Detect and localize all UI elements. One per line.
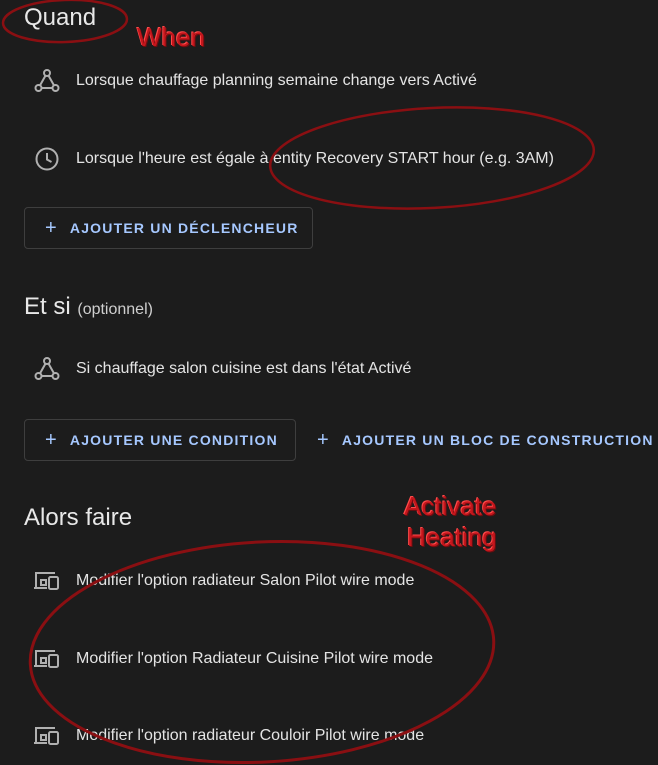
add-trigger-label: AJOUTER UN DÉCLENCHEUR [69,220,299,236]
then-do-section-title: Alors faire [24,504,133,531]
when-annotation-label: When [137,22,205,52]
clock-icon [32,144,62,174]
plus-icon: + [45,429,58,451]
trigger-item[interactable]: Lorsque chauffage planning semaine chang… [32,66,477,96]
add-trigger-button[interactable]: + AJOUTER UN DÉCLENCHEUR [24,207,313,249]
add-condition-button[interactable]: + AJOUTER UNE CONDITION [24,419,296,461]
activate-annotation-label-line1: Activate [404,491,497,521]
add-condition-label: AJOUTER UNE CONDITION [69,432,278,448]
and-if-section-title: Et si (optionnel) [24,293,153,321]
action-item[interactable]: Modifier l'option Radiateur Cuisine Pilo… [32,644,433,674]
device-icon [32,644,62,674]
plus-icon: + [317,429,330,451]
condition-item[interactable]: Si chauffage salon cuisine est dans l'ét… [32,354,411,384]
automation-nodes-icon [32,354,62,384]
trigger-label: Lorsque l'heure est égale à entity Recov… [76,150,554,167]
action-label: Modifier l'option radiateur Salon Pilot … [76,572,415,589]
plus-icon: + [45,217,58,239]
trigger-item[interactable]: Lorsque l'heure est égale à entity Recov… [32,144,554,174]
condition-label: Si chauffage salon cuisine est dans l'ét… [76,360,412,377]
device-icon [32,566,62,596]
action-item[interactable]: Modifier l'option radiateur Couloir Pilo… [32,721,424,751]
add-building-block-button[interactable]: + AJOUTER UN BLOC DE CONSTRUCTION [297,419,658,461]
optional-label: (optionnel) [77,301,153,318]
device-icon [32,721,62,751]
when-section-title: Quand [24,4,97,31]
action-item[interactable]: Modifier l'option radiateur Salon Pilot … [32,566,414,596]
add-building-block-label: AJOUTER UN BLOC DE CONSTRUCTION [341,432,654,448]
trigger-label: Lorsque chauffage planning semaine chang… [76,72,477,89]
and-if-title: Et si [24,293,71,320]
activate-annotation-label-line2: Heating [407,522,497,552]
action-label: Modifier l'option Radiateur Cuisine Pilo… [76,650,433,667]
automation-nodes-icon [32,66,62,96]
action-label: Modifier l'option radiateur Couloir Pilo… [76,727,425,744]
